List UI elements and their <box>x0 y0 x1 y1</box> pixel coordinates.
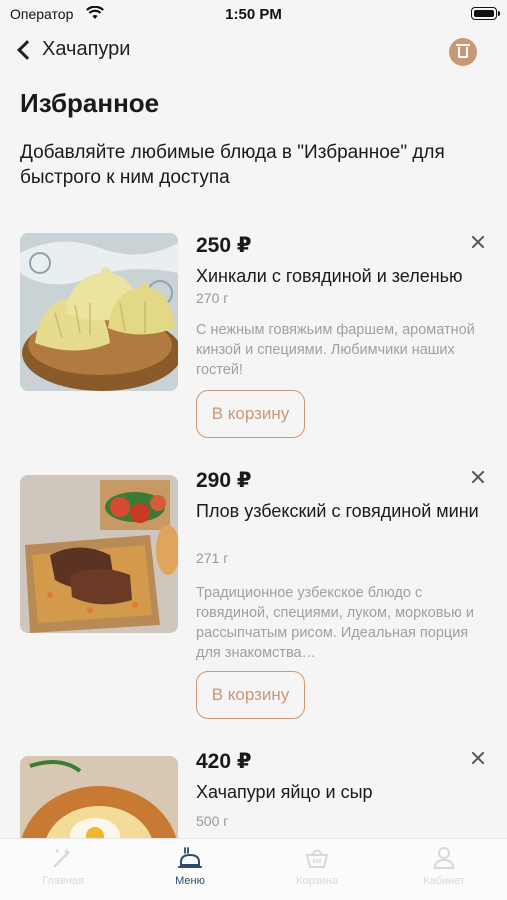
item-description: С нежным говяжьим фаршем, ароматной кинз… <box>196 322 475 378</box>
add-to-cart-button[interactable]: В корзину <box>196 390 305 438</box>
add-to-cart-button[interactable]: В корзину <box>196 671 305 719</box>
remove-favorite-icon[interactable] <box>469 468 487 486</box>
favorite-item: 420 ₽ Хачапури яйцо и сыр 500 г <box>0 749 507 839</box>
tab-bar: Главная Меню Корзина Кабинет <box>0 838 507 900</box>
battery-icon <box>471 7 500 20</box>
tab-label: Корзина <box>296 875 338 887</box>
item-name: Плов узбекский с говядиной мини <box>196 501 479 521</box>
item-description: Традиционное узбекское блюдо с говядиной… <box>196 585 474 661</box>
item-price: 420 ₽ <box>196 750 252 773</box>
tab-label: Меню <box>175 875 205 887</box>
nav-bar: Хачапури <box>0 34 507 74</box>
khinkali-photo[interactable] <box>20 233 178 391</box>
page-subtitle: Добавляйте любимые блюда в "Избранное" д… <box>20 142 445 188</box>
page-title: Избранное <box>20 88 160 118</box>
home-sparkle-icon <box>53 848 71 868</box>
item-weight: 271 г <box>196 550 229 566</box>
tab-label: Главная <box>42 875 84 887</box>
khachapuri-photo[interactable] <box>20 756 178 839</box>
item-name: Хачапури яйцо и сыр <box>196 782 373 802</box>
favorite-item: 250 ₽ Хинкали с говядиной и зеленью 270 … <box>0 233 507 443</box>
back-button-label: Хачапури <box>42 38 131 60</box>
item-price: 250 ₽ <box>196 234 252 257</box>
status-bar: Оператор 1:50 PM <box>0 0 507 30</box>
remove-favorite-icon[interactable] <box>469 233 487 251</box>
chevron-left-icon <box>17 39 37 60</box>
trash-icon <box>456 44 470 46</box>
tab-label: Кабинет <box>423 875 465 887</box>
menu-dish-icon <box>178 847 202 868</box>
clock: 1:50 PM <box>225 6 282 23</box>
remove-favorite-icon[interactable] <box>469 749 487 767</box>
profile-icon <box>433 847 455 869</box>
tab-menu[interactable]: Меню <box>127 845 253 887</box>
back-button[interactable]: Хачапури <box>14 38 130 61</box>
tab-cart[interactable]: Корзина <box>254 845 380 887</box>
plov-photo[interactable] <box>20 475 178 633</box>
clear-favorites-button[interactable] <box>449 38 477 66</box>
item-name: Хинкали с говядиной и зеленью <box>196 266 463 286</box>
favorite-item: 290 ₽ Плов узбекский с говядиной мини 27… <box>0 468 507 728</box>
tab-home[interactable]: Главная <box>0 845 126 887</box>
item-price: 290 ₽ <box>196 469 252 492</box>
trash-can-body <box>458 47 468 58</box>
tab-profile[interactable]: Кабинет <box>381 845 507 887</box>
basket-icon <box>305 849 329 868</box>
item-weight: 270 г <box>196 290 229 306</box>
item-weight: 500 г <box>196 813 229 829</box>
